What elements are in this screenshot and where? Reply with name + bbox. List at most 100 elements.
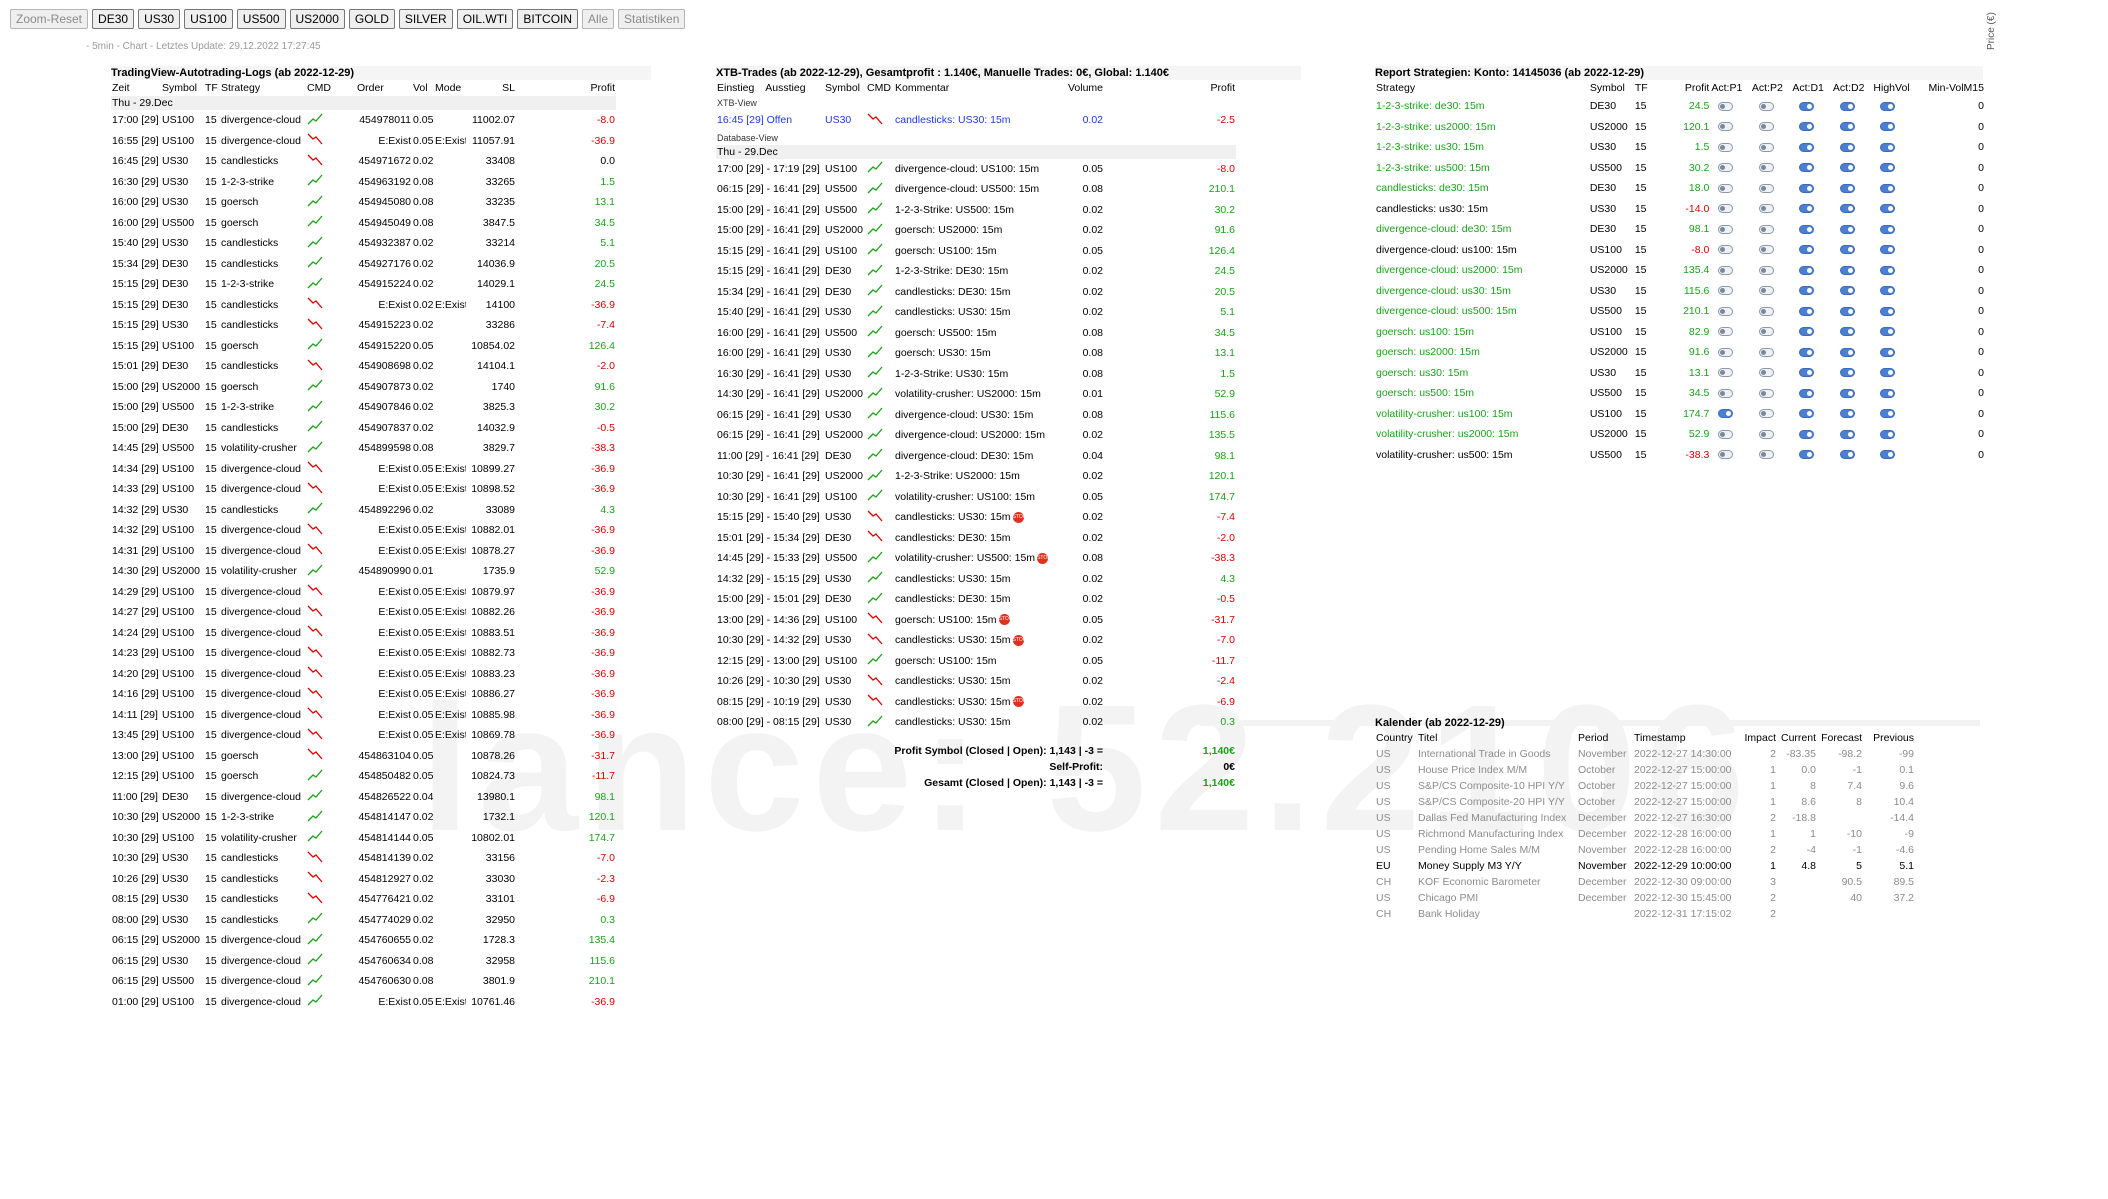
toggle-switch[interactable]	[1839, 306, 1855, 316]
table-row[interactable]: 15:00 [29] - 16:41 [29] US500 1-2-3-Strike…	[716, 200, 1236, 221]
toggle-switch[interactable]	[1799, 245, 1815, 255]
toggle-switch[interactable]	[1839, 286, 1855, 296]
toolbar-button-statistiken[interactable]: Statistiken	[618, 9, 686, 29]
table-row[interactable]: 15:40 [29] - 16:41 [29] US30 candlesticks:…	[716, 302, 1236, 323]
toggle-switch[interactable]	[1718, 306, 1734, 316]
toggle-switch[interactable]	[1839, 347, 1855, 357]
toggle-switch[interactable]	[1880, 306, 1896, 316]
table-row[interactable]: 14:20 [29] US100 15 divergence-cloud E:Exist…	[111, 664, 616, 685]
toggle-switch[interactable]	[1758, 245, 1774, 255]
table-row[interactable]: 10:30 [29] - 16:41 [29] US100 volatility-c…	[716, 487, 1236, 508]
table-row[interactable]: 14:45 [29] - 15:33 [29] US500 volatility-c…	[716, 548, 1236, 569]
toolbar-button-de30[interactable]: DE30	[92, 9, 135, 29]
table-row[interactable]: 10:30 [29] US30 15 candlesticks 454814139 0.0…	[111, 848, 616, 869]
table-row[interactable]: 1-2-3-strike: de30: 15m DE30 15 24.5 0	[1375, 96, 1985, 117]
table-row[interactable]: 10:26 [29] US30 15 candlesticks 454812927 0.0…	[111, 869, 616, 890]
toggle-switch[interactable]	[1880, 122, 1896, 132]
toggle-switch[interactable]	[1880, 265, 1896, 275]
table-row[interactable]: 16:00 [29] US500 15 goersch 454945049 0.08 384…	[111, 213, 616, 234]
table-row[interactable]: 10:30 [29] - 14:32 [29] US30 candlesticks:…	[716, 630, 1236, 651]
toggle-switch[interactable]	[1799, 101, 1815, 111]
table-row[interactable]: 15:34 [29] - 16:41 [29] DE30 candlesticks:…	[716, 282, 1236, 303]
table-row[interactable]: 17:00 [29] US100 15 divergence-cloud 4549780…	[111, 110, 616, 131]
toggle-switch[interactable]	[1799, 409, 1815, 419]
toggle-switch[interactable]	[1758, 429, 1774, 439]
toggle-switch[interactable]	[1839, 265, 1855, 275]
table-row[interactable]: volatility-crusher: us100: 15m US100 15 174…	[1375, 404, 1985, 425]
toggle-switch[interactable]	[1839, 327, 1855, 337]
toggle-switch[interactable]	[1799, 122, 1815, 132]
table-row[interactable]: 17:00 [29] - 17:19 [29] US100 divergence-c…	[716, 159, 1236, 180]
toggle-switch[interactable]	[1718, 409, 1734, 419]
toggle-switch[interactable]	[1880, 388, 1896, 398]
toggle-switch[interactable]	[1880, 429, 1896, 439]
table-row[interactable]: US International Trade in Goods November 20…	[1375, 746, 1915, 762]
table-row[interactable]: 1-2-3-strike: us30: 15m US30 15 1.5 0	[1375, 137, 1985, 158]
table-row[interactable]: 1-2-3-strike: us2000: 15m US2000 15 120.1 0	[1375, 117, 1985, 138]
table-row[interactable]: divergence-cloud: us30: 15m US30 15 115.6 0	[1375, 281, 1985, 302]
toggle-switch[interactable]	[1839, 368, 1855, 378]
table-row[interactable]: 14:45 [29] US500 15 volatility-crusher 45489…	[111, 438, 616, 459]
toggle-switch[interactable]	[1799, 450, 1815, 460]
toggle-switch[interactable]	[1839, 224, 1855, 234]
table-row[interactable]: 10:30 [29] US100 15 volatility-crusher 45481…	[111, 828, 616, 849]
toggle-switch[interactable]	[1758, 286, 1774, 296]
table-row[interactable]: 13:00 [29] US100 15 goersch 454863104 0.05 108…	[111, 746, 616, 767]
toggle-switch[interactable]	[1718, 204, 1734, 214]
toolbar-button-zoom-reset[interactable]: Zoom-Reset	[10, 9, 89, 29]
toolbar-button-us500[interactable]: US500	[236, 9, 286, 29]
toggle-switch[interactable]	[1799, 183, 1815, 193]
toggle-switch[interactable]	[1799, 224, 1815, 234]
table-row[interactable]: 06:15 [29] US2000 15 divergence-cloud 454760…	[111, 930, 616, 951]
table-row[interactable]: 10:26 [29] - 10:30 [29] US30 candlesticks:…	[716, 671, 1236, 692]
toggle-switch[interactable]	[1839, 183, 1855, 193]
table-row[interactable]: candlesticks: de30: 15m DE30 15 18.0 0	[1375, 178, 1985, 199]
table-row[interactable]: 14:11 [29] US100 15 divergence-cloud E:Exist…	[111, 705, 616, 726]
toggle-switch[interactable]	[1880, 347, 1896, 357]
table-row[interactable]: 14:33 [29] US100 15 divergence-cloud E:Exist…	[111, 479, 616, 500]
table-row[interactable]: 1-2-3-strike: us500: 15m US500 15 30.2 0	[1375, 158, 1985, 179]
table-row[interactable]: 10:30 [29] US2000 15 1-2-3-strike 454814147 0…	[111, 807, 616, 828]
table-row[interactable]: US Pending Home Sales M/M November 2022-12-…	[1375, 842, 1915, 858]
toggle-switch[interactable]	[1718, 327, 1734, 337]
toggle-switch[interactable]	[1718, 122, 1734, 132]
toggle-switch[interactable]	[1799, 142, 1815, 152]
table-row[interactable]: 15:15 [29] - 16:41 [29] DE30 1-2-3-Strike:…	[716, 261, 1236, 282]
table-row[interactable]: 06:15 [29] - 16:41 [29] US2000 divergence-…	[716, 425, 1236, 446]
table-row[interactable]: 06:15 [29] US30 15 divergence-cloud 45476063…	[111, 951, 616, 972]
toggle-switch[interactable]	[1758, 450, 1774, 460]
table-row[interactable]: 14:30 [29] - 16:41 [29] US2000 volatility-…	[716, 384, 1236, 405]
table-row[interactable]: 14:16 [29] US100 15 divergence-cloud E:Exist…	[111, 684, 616, 705]
toggle-switch[interactable]	[1758, 142, 1774, 152]
table-row[interactable]: US S&P/CS Composite-20 HPI Y/Y October 2022…	[1375, 794, 1915, 810]
table-row[interactable]: 08:00 [29] - 08:15 [29] US30 candlesticks:…	[716, 712, 1236, 733]
table-row[interactable]: 14:32 [29] US100 15 divergence-cloud E:Exist…	[111, 520, 616, 541]
toggle-switch[interactable]	[1758, 409, 1774, 419]
table-row[interactable]: 16:00 [29] US30 15 goersch 454945080 0.08 3323…	[111, 192, 616, 213]
xtb-open-row[interactable]: 16:45 [29] Offen US30 candlesticks: US30: …	[716, 110, 1236, 131]
toggle-switch[interactable]	[1758, 327, 1774, 337]
toggle-switch[interactable]	[1718, 368, 1734, 378]
toggle-switch[interactable]	[1839, 101, 1855, 111]
toggle-switch[interactable]	[1799, 204, 1815, 214]
toolbar-button-bitcoin[interactable]: BITCOIN	[517, 9, 579, 29]
table-row[interactable]: divergence-cloud: us2000: 15m US2000 15 135…	[1375, 260, 1985, 281]
table-row[interactable]: 08:15 [29] - 10:19 [29] US30 candlesticks:…	[716, 692, 1236, 713]
table-row[interactable]: 10:30 [29] - 16:41 [29] US2000 1-2-3-Strik…	[716, 466, 1236, 487]
toggle-switch[interactable]	[1718, 142, 1734, 152]
table-row[interactable]: 14:29 [29] US100 15 divergence-cloud E:Exist…	[111, 582, 616, 603]
table-row[interactable]: US Chicago PMI December 2022-12-30 15:45:00…	[1375, 890, 1915, 906]
toggle-switch[interactable]	[1839, 388, 1855, 398]
toggle-switch[interactable]	[1799, 388, 1815, 398]
table-row[interactable]: CH KOF Economic Barometer December 2022-12-…	[1375, 874, 1915, 890]
table-row[interactable]: 14:32 [29] US30 15 candlesticks 454892296 0.0…	[111, 500, 616, 521]
toggle-switch[interactable]	[1718, 245, 1734, 255]
toggle-switch[interactable]	[1880, 224, 1896, 234]
table-row[interactable]: 16:55 [29] US100 15 divergence-cloud E:Exist…	[111, 131, 616, 152]
table-row[interactable]: 08:15 [29] US30 15 candlesticks 454776421 0.0…	[111, 889, 616, 910]
table-row[interactable]: candlesticks: us30: 15m US30 15 -14.0 0	[1375, 199, 1985, 220]
table-row[interactable]: goersch: us2000: 15m US2000 15 91.6 0	[1375, 342, 1985, 363]
table-row[interactable]: 12:15 [29] - 13:00 [29] US100 goersch: US1…	[716, 651, 1236, 672]
table-row[interactable]: EU Money Supply M3 Y/Y November 2022-12-29 …	[1375, 858, 1915, 874]
toggle-switch[interactable]	[1799, 327, 1815, 337]
